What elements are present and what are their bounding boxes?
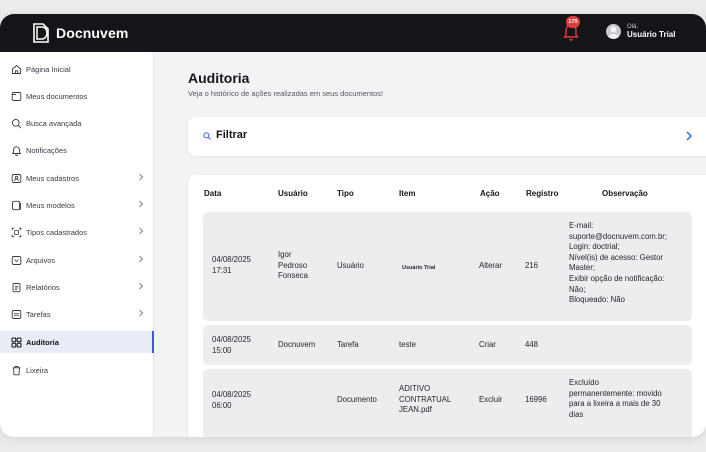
table-row[interactable]: 04/08/2025 17:31 Igor Pedroso Fonseca Us… bbox=[203, 212, 692, 321]
cell-acao: Excluir bbox=[479, 395, 503, 404]
column-header-item[interactable]: Item bbox=[399, 189, 415, 198]
avatar bbox=[606, 24, 621, 39]
chevron-right-icon bbox=[139, 282, 144, 290]
sidebar-item-meus-documentos[interactable]: Meus documentos bbox=[0, 85, 154, 107]
filter-label: Filtrar bbox=[216, 129, 248, 141]
report-icon bbox=[12, 282, 21, 292]
cell-tipo: Usuário bbox=[337, 261, 364, 270]
cell-observacao: Excluído permanentemente: movido para a … bbox=[569, 378, 662, 419]
chevron-right-icon[interactable] bbox=[686, 131, 692, 141]
cell-registro: 216 bbox=[525, 261, 539, 270]
brand[interactable]: Docnuvem bbox=[32, 23, 128, 43]
docnuvem-logo-icon bbox=[33, 23, 49, 43]
chevron-right-icon bbox=[139, 200, 144, 208]
chevron-right-icon bbox=[139, 227, 144, 235]
cell-data: 04/08/2025 15:00 bbox=[212, 335, 252, 355]
sidebar-item-auditoria[interactable]: Auditoria bbox=[0, 331, 154, 353]
cell-acao: Alterar bbox=[479, 261, 502, 270]
sidebar-item-label: Tarefas bbox=[26, 309, 51, 319]
cell-tipo: Documento bbox=[337, 395, 377, 404]
sidebar-item-label: Meus documentos bbox=[26, 91, 88, 101]
page-subtitle: Veja o histórico de ações realizadas em … bbox=[188, 89, 384, 98]
sidebar: Página Inicial Meus documentos Busca ava… bbox=[0, 52, 154, 437]
cell-registro: 16996 bbox=[525, 395, 547, 404]
archive-icon bbox=[11, 255, 22, 265]
bell-icon bbox=[11, 145, 22, 156]
cell-item: teste bbox=[399, 340, 416, 349]
cell-registro: 448 bbox=[525, 340, 539, 349]
sidebar-item-label: Busca avançada bbox=[26, 118, 82, 128]
column-header-acao[interactable]: Ação bbox=[480, 189, 500, 198]
cell-tipo: Tarefa bbox=[337, 340, 359, 349]
sidebar-item-label: Lixeira bbox=[26, 365, 49, 375]
table-row[interactable]: 04/08/2025 06:00 Documento ADITIVO CONTR… bbox=[203, 369, 692, 437]
sidebar-item-relatorios[interactable]: Relatórios bbox=[0, 276, 154, 298]
main-content: Auditoria Veja o histórico de ações real… bbox=[155, 52, 706, 437]
sidebar-item-label: Auditoria bbox=[26, 337, 59, 347]
column-header-usuario[interactable]: Usuário bbox=[278, 189, 308, 198]
filter-panel[interactable]: Filtrar bbox=[188, 117, 706, 156]
user-avatar-icon bbox=[607, 26, 620, 39]
cell-usuario: Docnuvem bbox=[278, 340, 316, 349]
sidebar-item-arquivos[interactable]: Arquivos bbox=[0, 249, 154, 271]
sidebar-item-meus-modelos[interactable]: Meus modelos bbox=[0, 194, 154, 216]
sidebar-item-notificacoes[interactable]: Notificações bbox=[0, 139, 154, 161]
notification-count-badge: 179 bbox=[566, 16, 580, 28]
cell-observacao: E-mail: suporte@docnuvem.com.br; Login: … bbox=[569, 221, 668, 305]
sidebar-item-tarefas[interactable]: Tarefas bbox=[0, 303, 154, 325]
sidebar-item-pagina-inicial[interactable]: Página Inicial bbox=[0, 58, 154, 80]
brand-name: Docnuvem bbox=[56, 25, 129, 41]
sidebar-item-busca-avancada[interactable]: Busca avançada bbox=[0, 112, 154, 134]
column-header-observacao[interactable]: Observação bbox=[602, 189, 648, 198]
cell-data: 04/08/2025 06:00 bbox=[212, 390, 252, 410]
app-window: Docnuvem 179 Olá, Usuário Trial Página I… bbox=[0, 14, 706, 437]
cell-item: ADITIVO CONTRATUAL JEAN.pdf bbox=[399, 384, 452, 415]
sidebar-item-meus-cadastros[interactable]: Meus cadastros bbox=[0, 167, 154, 189]
sidebar-item-label: Meus modelos bbox=[26, 200, 75, 210]
sidebar-item-label: Meus cadastros bbox=[26, 173, 79, 183]
search-icon bbox=[203, 132, 211, 140]
page-title: Auditoria bbox=[188, 70, 250, 86]
sidebar-item-label: Página Inicial bbox=[26, 64, 71, 74]
folder-icon bbox=[11, 91, 22, 101]
column-header-data[interactable]: Data bbox=[204, 189, 221, 198]
id-card-icon bbox=[11, 173, 22, 183]
sidebar-item-tipos-cadastrados[interactable]: Tipos cadastrados bbox=[0, 221, 154, 243]
search-icon bbox=[11, 118, 22, 128]
audit-table: Data Usuário Tipo Item Ação Registro Obs… bbox=[188, 175, 706, 437]
sidebar-item-label: Tipos cadastrados bbox=[26, 227, 88, 237]
cell-item: Usuário Trial bbox=[402, 265, 436, 271]
template-icon bbox=[12, 200, 21, 210]
chevron-right-icon bbox=[139, 255, 144, 263]
chevron-right-icon bbox=[139, 173, 144, 181]
sidebar-item-label: Relatórios bbox=[26, 282, 60, 292]
user-name: Usuário Trial bbox=[627, 30, 676, 39]
cell-acao: Criar bbox=[479, 340, 496, 349]
column-header-registro[interactable]: Registro bbox=[526, 189, 558, 198]
cell-data: 04/08/2025 17:31 bbox=[212, 255, 252, 275]
grid-icon bbox=[11, 337, 22, 347]
user-menu[interactable]: Olá, Usuário Trial bbox=[606, 24, 675, 39]
column-header-tipo[interactable]: Tipo bbox=[337, 189, 354, 198]
sidebar-item-lixeira[interactable]: Lixeira bbox=[0, 359, 154, 381]
tasks-icon bbox=[11, 309, 22, 319]
sidebar-item-label: Notificações bbox=[26, 145, 67, 155]
top-bar: Docnuvem 179 Olá, Usuário Trial bbox=[0, 14, 706, 52]
home-icon bbox=[12, 64, 21, 74]
sidebar-item-label: Arquivos bbox=[26, 255, 56, 265]
chevron-right-icon bbox=[139, 309, 144, 317]
cell-usuario: Igor Pedroso Fonseca bbox=[278, 250, 308, 281]
scan-icon bbox=[11, 227, 22, 237]
table-row[interactable]: 04/08/2025 15:00 Docnuvem Tarefa teste C… bbox=[203, 325, 692, 365]
trash-icon bbox=[12, 365, 21, 375]
